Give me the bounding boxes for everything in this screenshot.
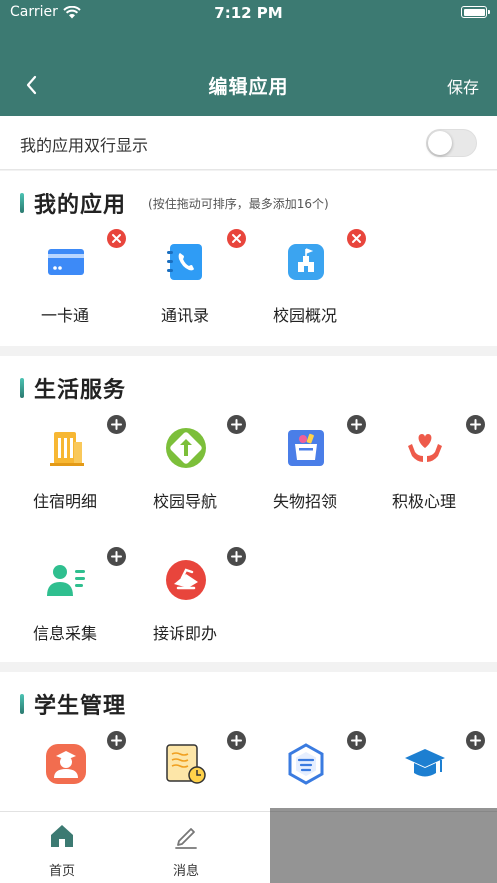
- app-card-pass[interactable]: 一卡通: [15, 228, 126, 328]
- nav-bar: 编辑应用 保存: [0, 60, 497, 110]
- plus-icon: [470, 735, 481, 746]
- add-app-button[interactable]: [107, 415, 126, 434]
- user-info-icon: [47, 565, 85, 596]
- complaint-icon: [166, 560, 206, 600]
- header: Carrier 7:12 PM 编辑应用 保存: [0, 0, 497, 116]
- remove-app-button[interactable]: [107, 229, 126, 248]
- tab-label: 消息: [172, 864, 199, 879]
- app-student-1[interactable]: [15, 730, 126, 811]
- app-label: 一卡通: [40, 306, 89, 325]
- school-badge-icon: [288, 743, 324, 785]
- card-icon: [48, 249, 84, 275]
- app-label: 校园导航: [152, 492, 217, 511]
- plus-icon: [231, 551, 242, 562]
- add-app-button[interactable]: [227, 731, 246, 750]
- remove-app-button[interactable]: [347, 229, 366, 248]
- status-bar: Carrier 7:12 PM: [0, 0, 497, 26]
- tab-home[interactable]: 首页: [0, 812, 124, 883]
- app-info-collection[interactable]: 信息采集: [15, 546, 126, 646]
- tab-label: 首页: [48, 864, 75, 879]
- remove-app-button[interactable]: [227, 229, 246, 248]
- app-contacts[interactable]: 通讯录: [135, 228, 246, 328]
- student-mgmt-header: 学生管理: [20, 688, 126, 720]
- save-button[interactable]: 保存: [447, 74, 479, 98]
- app-dorm-details[interactable]: 住宿明细: [15, 414, 126, 514]
- my-apps-section: 我的应用 (按住拖动可排序，最多添加16个) 一卡通 通讯录 校园概况: [0, 171, 497, 346]
- life-services-header: 生活服务: [20, 372, 126, 404]
- app-campus-overview[interactable]: 校园概况: [255, 228, 366, 328]
- plus-icon: [351, 735, 362, 746]
- student-mgmt-title: 学生管理: [34, 694, 127, 719]
- app-label: 积极心理: [391, 492, 456, 511]
- plus-icon: [231, 735, 242, 746]
- my-apps-hint: (按住拖动可排序，最多添加16个): [148, 196, 329, 211]
- app-label: 信息采集: [32, 624, 97, 643]
- graduate-icon: [46, 744, 86, 784]
- add-app-button[interactable]: [466, 731, 485, 750]
- life-services-section: 生活服务 住宿明细 校园导航 失物招领 积极心理 信息采集 接诉即办: [0, 356, 497, 662]
- add-app-button[interactable]: [347, 415, 366, 434]
- close-icon: [112, 234, 121, 243]
- app-label: 住宿明细: [32, 492, 97, 511]
- status-time: 7:12 PM: [214, 4, 283, 22]
- home-icon: [51, 825, 73, 847]
- app-label: 接诉即办: [152, 624, 217, 643]
- tab-messages[interactable]: 消息: [124, 812, 248, 883]
- app-label: 失物招领: [272, 492, 337, 511]
- watermark-overlay: [270, 808, 497, 883]
- add-app-button[interactable]: [466, 415, 485, 434]
- app-campus-navigation[interactable]: 校园导航: [135, 414, 246, 514]
- lost-found-icon: [288, 430, 324, 466]
- plus-icon: [470, 419, 481, 430]
- notebook-clock-icon: [166, 744, 206, 784]
- section-accent-bar: [20, 193, 24, 213]
- campus-icon: [288, 244, 324, 280]
- battery-icon: [461, 6, 490, 18]
- double-row-setting: 我的应用双行显示: [0, 116, 497, 170]
- my-apps-header: 我的应用 (按住拖动可排序，最多添加16个): [20, 187, 329, 219]
- plus-icon: [111, 735, 122, 746]
- my-apps-title: 我的应用: [34, 193, 127, 218]
- plus-icon: [111, 551, 122, 562]
- add-app-button[interactable]: [227, 547, 246, 566]
- add-app-button[interactable]: [227, 415, 246, 434]
- page-title: 编辑应用: [208, 76, 289, 98]
- app-student-4[interactable]: [374, 730, 485, 811]
- add-app-button[interactable]: [107, 731, 126, 750]
- section-accent-bar: [20, 694, 24, 714]
- add-app-button[interactable]: [107, 547, 126, 566]
- navigation-icon: [166, 428, 206, 468]
- plus-icon: [351, 419, 362, 430]
- phonebook-icon: [167, 244, 202, 280]
- add-app-button[interactable]: [347, 731, 366, 750]
- student-mgmt-section: 学生管理: [0, 672, 497, 811]
- life-services-title: 生活服务: [34, 378, 127, 403]
- close-icon: [232, 234, 241, 243]
- app-label: 通讯录: [160, 306, 209, 325]
- double-row-toggle[interactable]: [426, 129, 477, 157]
- plus-icon: [231, 419, 242, 430]
- app-lost-found[interactable]: 失物招领: [255, 414, 366, 514]
- app-complaint-handling[interactable]: 接诉即办: [135, 546, 246, 646]
- close-icon: [352, 234, 361, 243]
- dorm-icon: [50, 432, 84, 466]
- heart-hands-icon: [408, 434, 442, 462]
- section-accent-bar: [20, 378, 24, 398]
- app-student-3[interactable]: [255, 730, 366, 811]
- app-label: 校园概况: [272, 306, 337, 325]
- app-student-2[interactable]: [135, 730, 246, 811]
- double-row-label: 我的应用双行显示: [20, 136, 149, 155]
- app-positive-psychology[interactable]: 积极心理: [374, 414, 485, 514]
- toggle-knob: [428, 131, 452, 155]
- mortarboard-icon: [405, 749, 445, 777]
- edit-icon: [175, 828, 197, 849]
- plus-icon: [111, 419, 122, 430]
